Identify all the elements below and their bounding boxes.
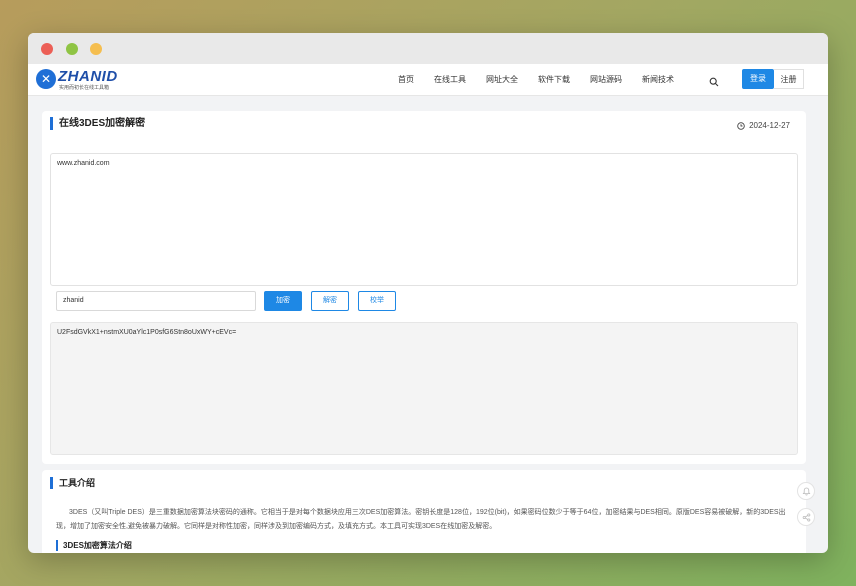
nav-link-news[interactable]: 新闻技术 xyxy=(642,64,674,96)
logo-wrench-icon: ✕ xyxy=(36,69,56,89)
close-window-button[interactable] xyxy=(41,43,53,55)
search-icon[interactable] xyxy=(709,74,721,87)
algorithm-subtitle: 3DES加密算法介绍 xyxy=(56,540,132,551)
nav-link-source-code[interactable]: 网站源码 xyxy=(590,64,622,96)
site-logo[interactable]: ✕ ZHANID 实用而初长在线工具箱 xyxy=(36,68,120,92)
intro-text: 3DES（又叫Triple DES）是三重数据加密算法块密码的通称。它相当于是对… xyxy=(56,509,786,530)
publish-date: 2024-12-27 xyxy=(737,121,790,130)
decrypt-button[interactable]: 解密 xyxy=(311,291,349,311)
share-icon[interactable] xyxy=(797,508,815,526)
nav-link-online-tools[interactable]: 在线工具 xyxy=(434,64,466,96)
tool-card: 在线3DES加密解密 2024-12-27 www.zhanid.com zha… xyxy=(42,111,806,464)
nav-link-websites[interactable]: 网址大全 xyxy=(486,64,518,96)
maximize-window-button[interactable] xyxy=(90,43,102,55)
bell-icon[interactable] xyxy=(797,482,815,500)
login-button[interactable]: 登录 xyxy=(742,69,774,89)
encrypt-button[interactable]: 加密 xyxy=(264,291,302,311)
logo-text: ZHANID xyxy=(58,68,118,85)
nav-link-software[interactable]: 软件下载 xyxy=(538,64,570,96)
register-button[interactable]: 注册 xyxy=(774,69,804,89)
window-titlebar xyxy=(28,33,828,64)
page-title: 在线3DES加密解密 xyxy=(50,117,145,130)
intro-title: 工具介绍 xyxy=(50,477,95,489)
ciphertext-output[interactable]: U2FsdGVkX1+nstmXU0aYlc1P0sfG6Stn8oUxWY+c… xyxy=(50,322,798,455)
clock-icon xyxy=(737,121,745,130)
top-navigation: ✕ ZHANID 实用而初长在线工具箱 首页 在线工具 网址大全 软件下载 网站… xyxy=(28,64,828,96)
side-toolbar xyxy=(797,482,815,534)
browser-window: ✕ ZHANID 实用而初长在线工具箱 首页 在线工具 网址大全 软件下载 网站… xyxy=(28,33,828,553)
nav-link-home[interactable]: 首页 xyxy=(398,64,414,96)
plaintext-input[interactable]: www.zhanid.com xyxy=(50,153,798,286)
nav-links: 首页 在线工具 网址大全 软件下载 网站源码 新闻技术 xyxy=(398,64,694,96)
intro-card: 工具介绍 3DES（又叫Triple DES）是三重数据加密算法块密码的通称。它… xyxy=(42,470,806,553)
logo-tagline: 实用而初长在线工具箱 xyxy=(59,85,110,91)
key-input[interactable]: zhanid xyxy=(56,291,256,311)
date-text: 2024-12-27 xyxy=(749,121,790,130)
minimize-window-button[interactable] xyxy=(66,43,78,55)
proofread-button[interactable]: 校举 xyxy=(358,291,396,311)
